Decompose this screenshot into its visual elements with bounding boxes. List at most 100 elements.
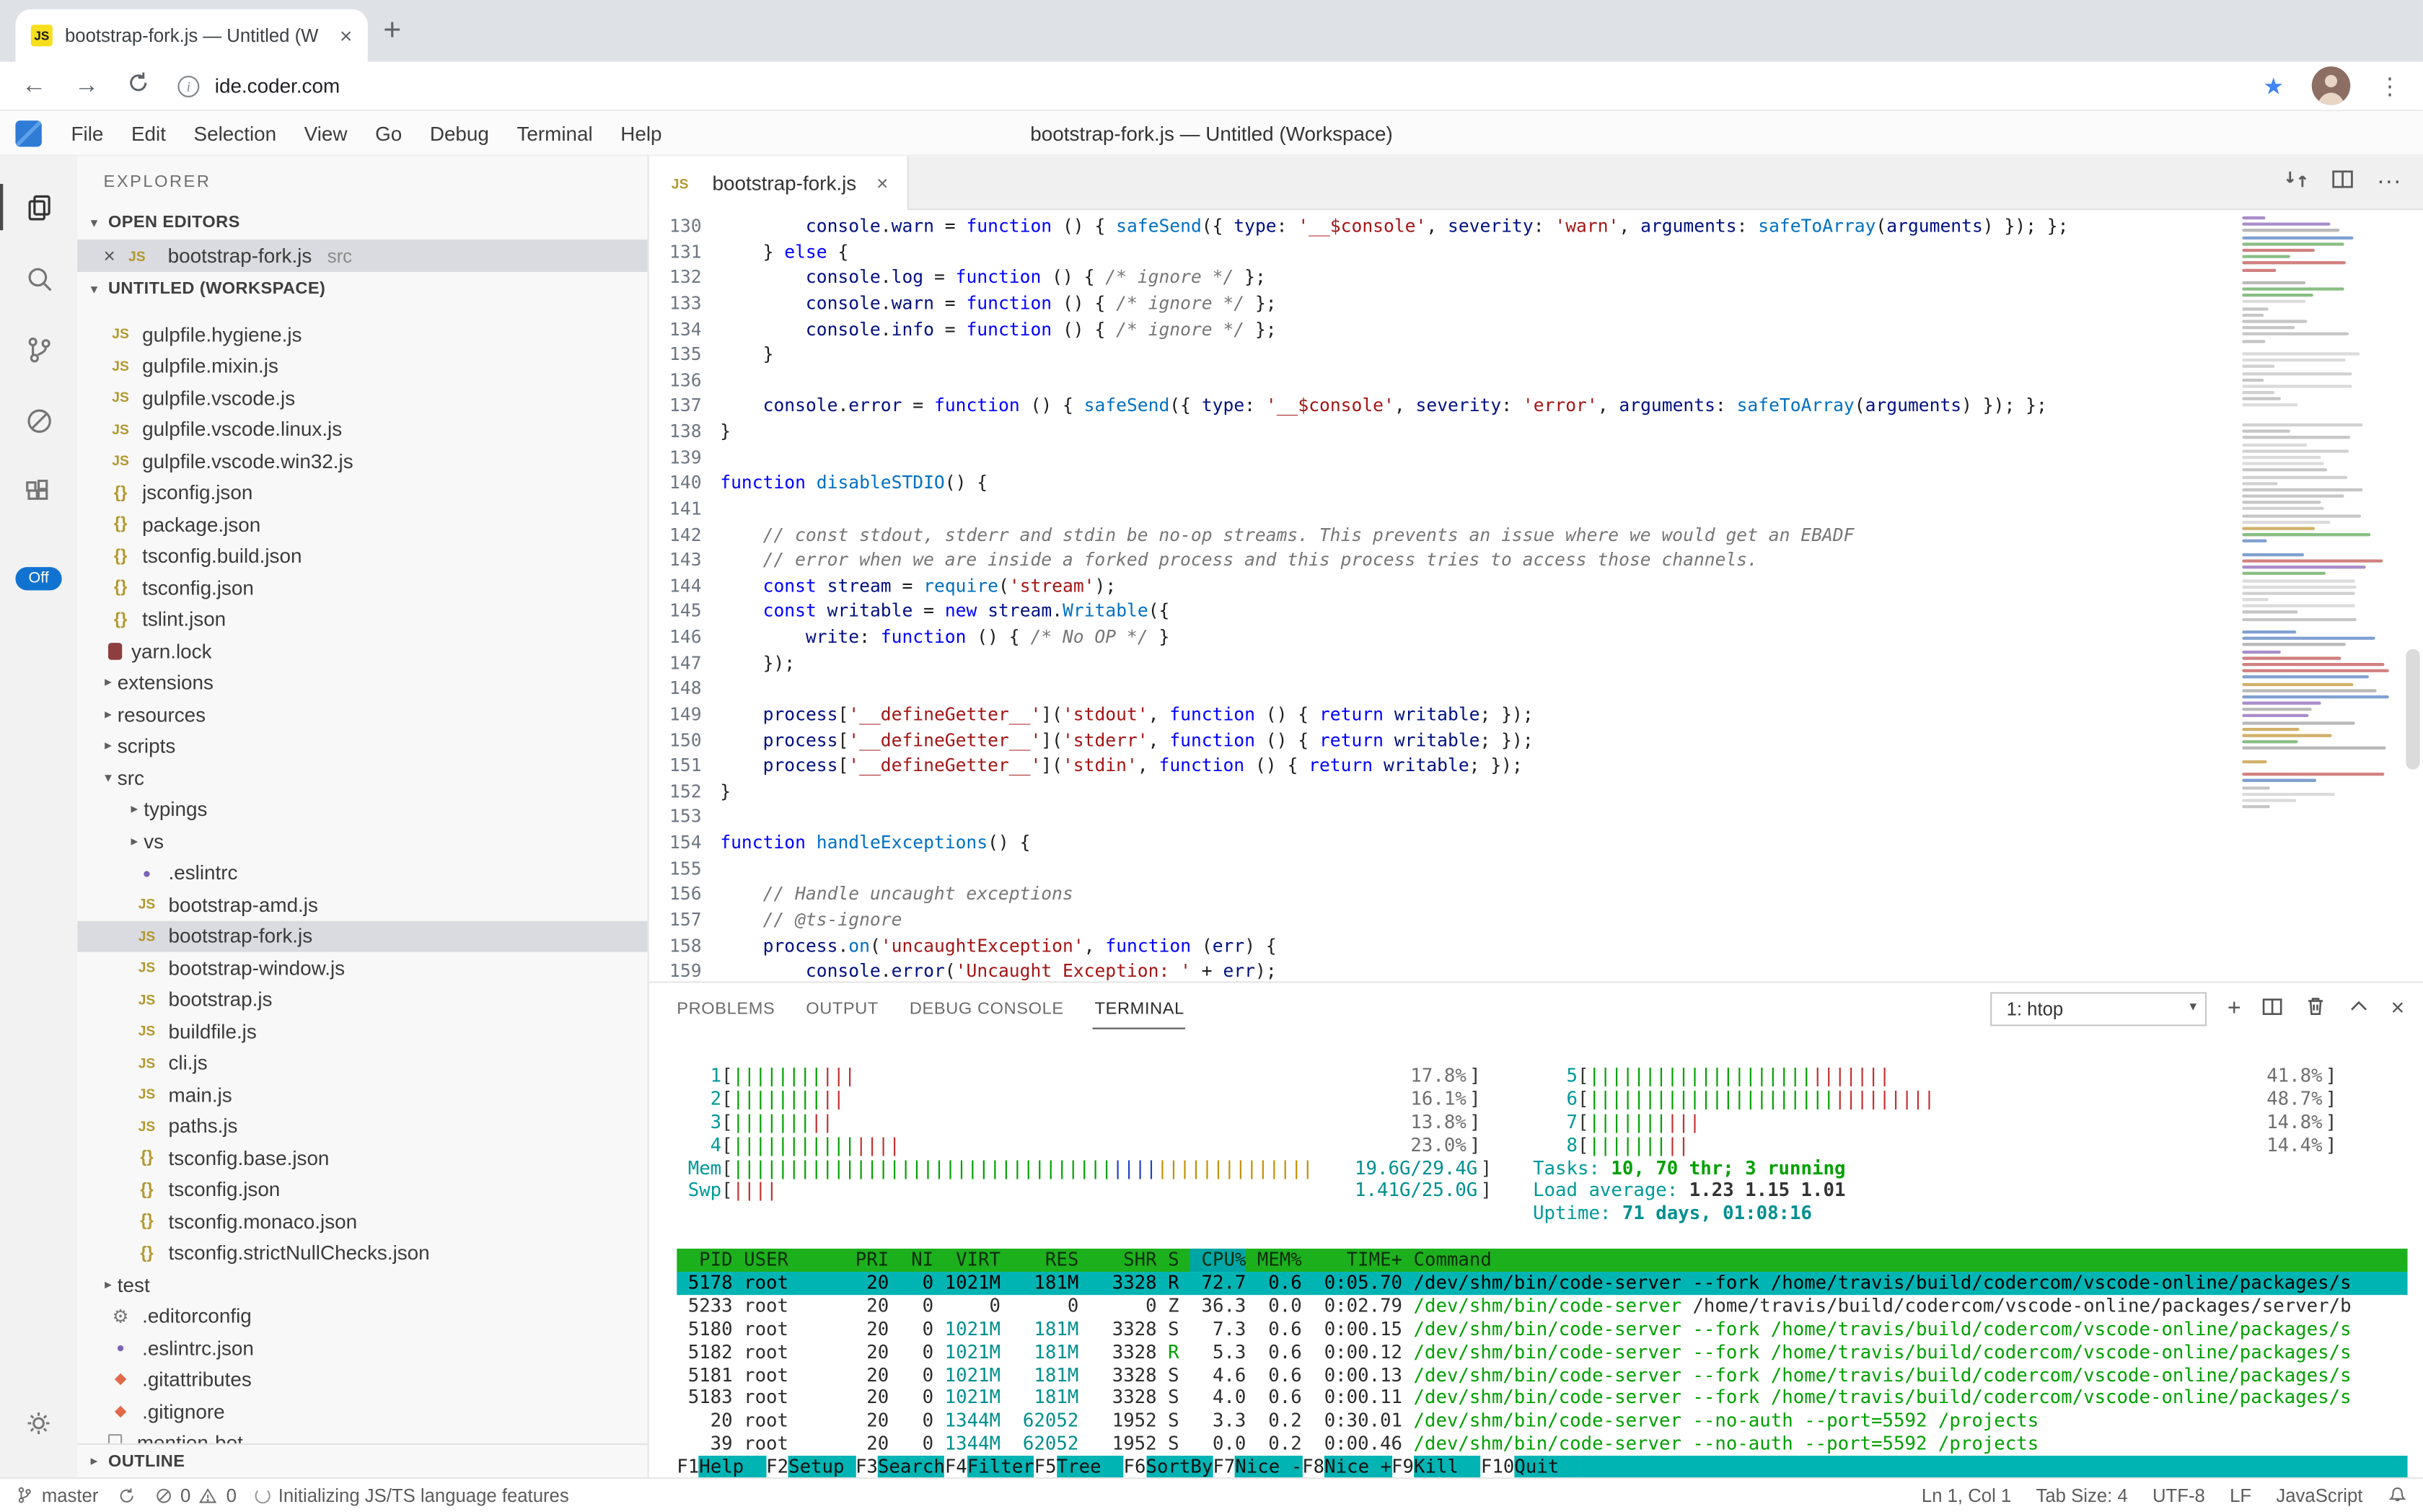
fkey-F1-label[interactable]: Help	[699, 1456, 766, 1477]
tree-item-gitattributes[interactable]: ◆.gitattributes	[77, 1363, 647, 1395]
tree-item-tsconfig-build-json[interactable]: {}tsconfig.build.json	[77, 540, 647, 572]
bookmark-star-icon[interactable]: ★	[2263, 72, 2284, 100]
process-row-39[interactable]: 39root2001344M620521952S0.00.20:00.46/de…	[677, 1433, 2407, 1456]
process-row-5178[interactable]: 5178root2001021M181M3328R72.70.60:05.70/…	[677, 1272, 2407, 1295]
panel-tab-terminal[interactable]: TERMINAL	[1093, 988, 1186, 1029]
fkey-F3-label[interactable]: Search	[878, 1456, 945, 1477]
open-editors-header[interactable]: ▾ OPEN EDITORS	[77, 206, 647, 239]
tree-item-tsconfig-json[interactable]: {}tsconfig.json	[77, 1174, 647, 1205]
tree-item-gulpfile-vscode-linux-js[interactable]: JSgulpfile.vscode.linux.js	[77, 413, 647, 445]
menu-debug[interactable]: Debug	[416, 121, 503, 144]
explorer-icon[interactable]	[0, 172, 77, 243]
browser-menu-icon[interactable]: ⋮	[2378, 72, 2401, 100]
fkey-F4[interactable]: F4	[945, 1456, 967, 1477]
editor-scrollbar[interactable]	[2406, 649, 2419, 770]
fkey-F6[interactable]: F6	[1124, 1456, 1146, 1477]
tree-item-paths-js[interactable]: JSpaths.js	[77, 1110, 647, 1142]
fkey-F10[interactable]: F10	[1481, 1456, 1514, 1477]
close-icon[interactable]: ×	[104, 244, 115, 267]
editor-tab[interactable]: JS bootstrap-fork.js ×	[649, 156, 908, 210]
workspace-header[interactable]: ▾ UNTITLED (WORKSPACE)	[77, 272, 647, 306]
process-table-header[interactable]: PIDUSERPRINIVIRTRESSHRSCPU%MEM%TIME+Comm…	[677, 1249, 2407, 1272]
tab-close-icon[interactable]: ×	[340, 25, 353, 46]
fkey-F2[interactable]: F2	[766, 1456, 788, 1477]
tree-item-tslint-json[interactable]: {}tslint.json	[77, 604, 647, 636]
terminal[interactable]: 1[|||||||||||17.8%]2[||||||||||16.1%]3[|…	[649, 1034, 2423, 1477]
menu-terminal[interactable]: Terminal	[503, 121, 607, 144]
new-tab-button[interactable]: +	[383, 14, 401, 49]
process-row-5182[interactable]: 5182root2001021M181M3328R5.30.60:00.12/d…	[677, 1341, 2407, 1364]
fkey-F5[interactable]: F5	[1034, 1456, 1057, 1477]
fkey-F10-label[interactable]: Quit	[1514, 1456, 1581, 1477]
fkey-F6-label[interactable]: SortBy	[1145, 1456, 1213, 1477]
extensions-icon[interactable]	[0, 456, 77, 527]
add-terminal-icon[interactable]: +	[2228, 997, 2241, 1020]
process-row-20[interactable]: 20root2001344M620521952S3.30.20:30.01/de…	[677, 1410, 2407, 1433]
tree-item-package-json[interactable]: {}package.json	[77, 509, 647, 540]
fkey-F9[interactable]: F9	[1391, 1456, 1414, 1477]
tree-item-gulpfile-vscode-js[interactable]: JSgulpfile.vscode.js	[77, 382, 647, 413]
code-editor[interactable]: 130 console.warn = function () { safeSen…	[649, 210, 2423, 981]
fkey-F2-label[interactable]: Setup	[788, 1456, 856, 1477]
tree-item-jsconfig-json[interactable]: {}jsconfig.json	[77, 477, 647, 509]
menu-file[interactable]: File	[57, 121, 117, 144]
tree-item-gitignore[interactable]: ◆.gitignore	[77, 1395, 647, 1427]
tree-item-bootstrap-fork-js[interactable]: JSbootstrap-fork.js	[77, 920, 647, 952]
status-lf[interactable]: LF	[2230, 1485, 2251, 1506]
reload-icon[interactable]	[127, 71, 150, 101]
settings-gear-icon[interactable]	[0, 1388, 77, 1459]
language-status[interactable]: Initializing JS/TS language features	[255, 1485, 569, 1506]
minimap[interactable]	[2236, 216, 2398, 812]
source-control-icon[interactable]	[0, 314, 77, 385]
address-bar[interactable]: i ide.coder.com	[177, 74, 2235, 97]
panel-tab-output[interactable]: OUTPUT	[804, 988, 880, 1029]
fkey-F4-label[interactable]: Filter	[967, 1456, 1034, 1477]
tree-item-gulpfile-vscode-win32-js[interactable]: JSgulpfile.vscode.win32.js	[77, 445, 647, 477]
status-javascript[interactable]: JavaScript	[2276, 1485, 2362, 1506]
panel-tab-debug-console[interactable]: DEBUG CONSOLE	[908, 988, 1065, 1029]
back-icon[interactable]: ←	[22, 74, 46, 98]
fkey-F8-label[interactable]: Nice +	[1324, 1456, 1391, 1477]
tree-item-tsconfig-strictnullchecks-json[interactable]: {}tsconfig.strictNullChecks.json	[77, 1237, 647, 1269]
tree-item-bootstrap-window-js[interactable]: JSbootstrap-window.js	[77, 952, 647, 984]
tree-item-vs[interactable]: ▸vs	[77, 825, 647, 857]
fkey-F3[interactable]: F3	[856, 1456, 878, 1477]
tree-item-tsconfig-monaco-json[interactable]: {}tsconfig.monaco.json	[77, 1205, 647, 1237]
process-row-5180[interactable]: 5180root2001021M181M3328S7.30.60:00.15/d…	[677, 1318, 2407, 1341]
kill-terminal-icon[interactable]	[2305, 995, 2328, 1023]
collaboration-off-badge[interactable]: Off	[16, 567, 61, 590]
maximize-panel-icon[interactable]	[2348, 995, 2371, 1023]
fkey-F7-label[interactable]: Nice -	[1235, 1456, 1302, 1477]
tree-item-gulpfile-mixin-js[interactable]: JSgulpfile.mixin.js	[77, 350, 647, 382]
tree-item-tsconfig-base-json[interactable]: {}tsconfig.base.json	[77, 1142, 647, 1174]
tree-item-typings[interactable]: ▸typings	[77, 794, 647, 825]
menu-edit[interactable]: Edit	[118, 121, 180, 144]
browser-tab[interactable]: JS bootstrap-fork.js — Untitled (W ×	[15, 9, 367, 62]
status-ln-1-col-1[interactable]: Ln 1, Col 1	[1922, 1485, 2011, 1506]
fkey-F7[interactable]: F7	[1213, 1456, 1235, 1477]
process-row-5183[interactable]: 5183root2001021M181M3328S4.00.60:00.11/d…	[677, 1387, 2407, 1410]
problems-indicator[interactable]: 0 0	[154, 1485, 237, 1506]
menu-view[interactable]: View	[290, 121, 361, 144]
tree-item-extensions[interactable]: ▸extensions	[77, 667, 647, 698]
circle-slash-icon[interactable]	[0, 384, 77, 456]
fkey-F1[interactable]: F1	[677, 1456, 699, 1477]
status-tab-size-4[interactable]: Tab Size: 4	[2036, 1485, 2128, 1506]
url-text[interactable]: ide.coder.com	[215, 74, 340, 97]
fkey-F5-label[interactable]: Tree	[1057, 1456, 1124, 1477]
tab-close-icon[interactable]: ×	[876, 172, 888, 195]
tree-item-eslintrc-json[interactable]: ●.eslintrc.json	[77, 1332, 647, 1364]
split-terminal-icon[interactable]	[2261, 995, 2285, 1023]
more-actions-icon[interactable]: ···	[2377, 168, 2401, 196]
site-info-icon[interactable]: i	[177, 75, 199, 97]
tree-item-bootstrap-js[interactable]: JSbootstrap.js	[77, 984, 647, 1016]
open-changes-icon[interactable]	[2284, 166, 2308, 198]
fkey-F8[interactable]: F8	[1302, 1456, 1324, 1477]
tree-item-eslintrc[interactable]: ●.eslintrc	[77, 857, 647, 889]
tree-item-src[interactable]: ▾src	[77, 762, 647, 794]
tree-item-resources[interactable]: ▸resources	[77, 698, 647, 730]
tree-item-cli-js[interactable]: JScli.js	[77, 1047, 647, 1078]
panel-tab-problems[interactable]: PROBLEMS	[675, 988, 776, 1029]
menu-selection[interactable]: Selection	[180, 121, 290, 144]
tree-item-editorconfig[interactable]: ⚙.editorconfig	[77, 1301, 647, 1332]
